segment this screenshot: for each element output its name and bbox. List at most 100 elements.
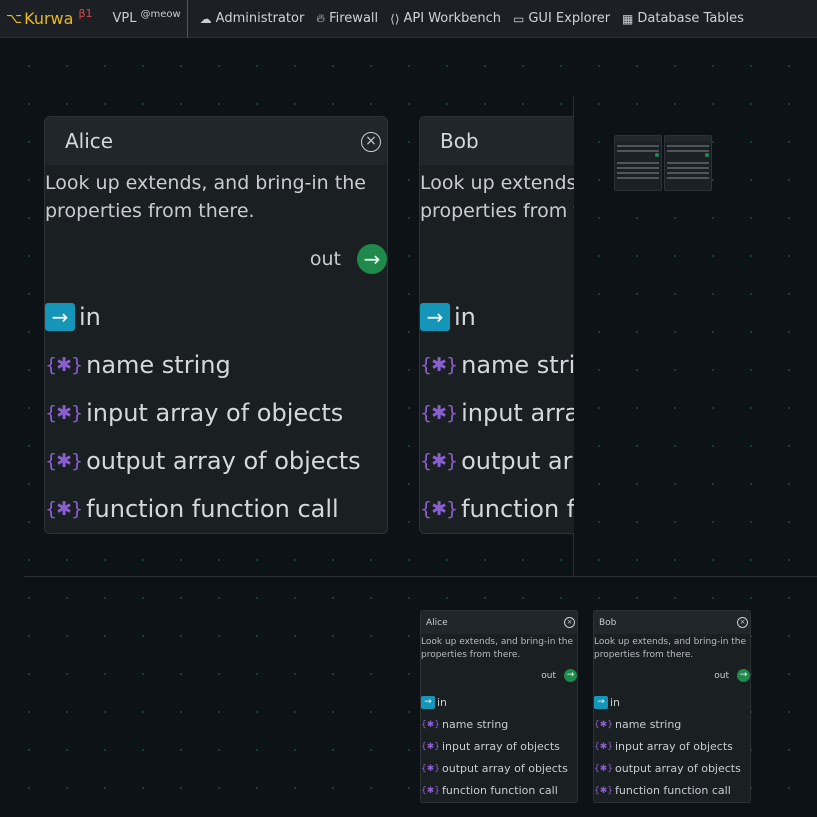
close-icon[interactable]: × xyxy=(737,617,748,628)
port-function[interactable]: {✱} function function call xyxy=(420,495,574,523)
brand-version: β1 xyxy=(78,7,93,20)
nav-gui-explorer[interactable]: ▭ GUI Explorer xyxy=(513,11,610,26)
node-header[interactable]: Alice × xyxy=(421,611,577,634)
minimap-line xyxy=(667,150,709,152)
minimap-node-header xyxy=(665,136,711,142)
port-label: function function call xyxy=(461,495,574,523)
minimap-node-bob[interactable] xyxy=(664,135,712,191)
node-description: Look up extends, and bring-in the proper… xyxy=(45,172,366,222)
output-label: out xyxy=(541,670,556,681)
nav-api-workbench[interactable]: ⟨⟩ API Workbench xyxy=(390,11,501,26)
cloud-user-icon: ☁ xyxy=(199,11,212,26)
port-label: function function call xyxy=(615,784,731,797)
node-header[interactable]: Bob × xyxy=(594,611,750,634)
minimap-line xyxy=(667,167,709,169)
input-arrow-icon[interactable]: → xyxy=(45,303,75,331)
port-output[interactable]: {✱} output array of objects xyxy=(45,447,361,475)
minimap-line xyxy=(617,177,659,179)
port-label: output array of objects xyxy=(461,447,574,475)
port-label: name string xyxy=(86,351,231,379)
minimap-line xyxy=(667,162,709,164)
brace-icon: {✱} xyxy=(421,719,440,730)
port-output[interactable]: {✱} output array of objects xyxy=(594,762,741,775)
port-in[interactable]: → in xyxy=(420,303,476,331)
minimap-node-header xyxy=(615,136,661,142)
port-label: input array of objects xyxy=(442,740,560,753)
port-input[interactable]: {✱} input array of objects xyxy=(45,399,343,427)
pane-divider-horizontal[interactable] xyxy=(24,576,817,577)
input-arrow-icon[interactable]: → xyxy=(420,303,450,331)
vpl-menu[interactable]: VPL @meow xyxy=(112,0,188,38)
zoomed-pane[interactable]: Alice × Look up extends, and bring-in th… xyxy=(24,57,574,537)
node-bob-small[interactable]: Bob × Look up extends, and bring-in the … xyxy=(593,610,751,803)
node-description: Look up extends, and bring-in the proper… xyxy=(420,172,574,222)
port-label: output array of objects xyxy=(615,762,741,775)
port-label: name string xyxy=(615,718,682,731)
output-label: out xyxy=(714,670,729,681)
minimap-line xyxy=(667,177,709,179)
node-title: Alice xyxy=(65,129,114,153)
port-output[interactable]: {✱} output array of objects xyxy=(420,447,574,475)
port-input[interactable]: {✱} input array of objects xyxy=(594,740,733,753)
node-alice-small[interactable]: Alice × Look up extends, and bring-in th… xyxy=(420,610,578,803)
port-label: in xyxy=(437,696,448,709)
input-arrow-icon[interactable]: → xyxy=(421,696,435,709)
port-label: name string xyxy=(461,351,574,379)
port-label: function function call xyxy=(86,495,339,523)
nav-label: Administrator xyxy=(215,11,305,26)
node-header[interactable]: Alice × xyxy=(45,117,387,165)
output-arrow-icon[interactable]: → xyxy=(357,244,387,274)
minimap-node-alice[interactable] xyxy=(614,135,662,191)
port-label: input array of objects xyxy=(86,399,344,427)
output-arrow-icon[interactable]: → xyxy=(564,669,577,682)
brace-icon: {✱} xyxy=(421,741,440,752)
port-name[interactable]: {✱} name string xyxy=(594,718,681,731)
input-arrow-icon[interactable]: → xyxy=(594,696,608,709)
nav-administrator[interactable]: ☁ Administrator xyxy=(200,11,305,26)
port-name[interactable]: {✱} name string xyxy=(421,718,508,731)
node-header[interactable]: Bob × xyxy=(420,117,574,165)
port-name[interactable]: {✱} name string xyxy=(420,351,574,379)
node-title: Alice xyxy=(426,617,448,628)
port-name[interactable]: {✱} name string xyxy=(45,351,231,379)
brace-icon: {✱} xyxy=(594,719,613,730)
node-bob[interactable]: Bob × Look up extends, and bring-in the … xyxy=(419,116,574,534)
brace-icon: {✱} xyxy=(420,402,458,424)
port-output[interactable]: {✱} output array of objects xyxy=(421,762,568,775)
node-description: Look up extends, and bring-in the proper… xyxy=(594,637,747,660)
port-input[interactable]: {✱} input array of objects xyxy=(420,399,574,427)
vpl-user: @meow xyxy=(140,9,181,20)
output-label: out xyxy=(309,248,341,270)
brace-icon: {✱} xyxy=(594,741,613,752)
brace-icon: {✱} xyxy=(421,763,440,774)
port-in[interactable]: → in xyxy=(45,303,101,331)
nav-label: Database Tables xyxy=(637,11,744,26)
brand[interactable]: ⌥ Kurwa β1 xyxy=(6,7,93,28)
port-label: function function call xyxy=(442,784,558,797)
port-label: name string xyxy=(442,718,509,731)
port-in[interactable]: → in xyxy=(594,696,620,709)
minimap-line xyxy=(667,145,709,147)
output-arrow-icon[interactable]: → xyxy=(737,669,750,682)
port-function[interactable]: {✱} function function call xyxy=(421,784,558,797)
port-in[interactable]: → in xyxy=(421,696,447,709)
brace-icon: {✱} xyxy=(594,785,613,796)
close-icon[interactable]: × xyxy=(564,617,575,628)
brace-icon: {✱} xyxy=(45,402,83,424)
port-input[interactable]: {✱} input array of objects xyxy=(421,740,560,753)
port-label: input array of objects xyxy=(461,399,574,427)
top-bar: ⌥ Kurwa β1 VPL @meow ☁ Administrator 🔥︎ … xyxy=(0,0,817,38)
port-label: input array of objects xyxy=(615,740,733,753)
nav-label: API Workbench xyxy=(403,11,502,26)
node-alice[interactable]: Alice × Look up extends, and bring-in th… xyxy=(44,116,388,534)
port-function[interactable]: {✱} function function call xyxy=(594,784,731,797)
port-function[interactable]: {✱} function function call xyxy=(45,495,339,523)
nav-label: Firewall xyxy=(329,11,379,26)
brand-logo-icon: ⌥ xyxy=(6,10,23,27)
node-title: Bob xyxy=(440,129,479,153)
nav-database-tables[interactable]: ▦ Database Tables xyxy=(622,11,744,26)
brace-icon: {✱} xyxy=(420,498,458,520)
brace-icon: {✱} xyxy=(421,785,440,796)
nav-firewall[interactable]: 🔥︎ Firewall xyxy=(316,11,378,26)
close-icon[interactable]: × xyxy=(361,132,381,152)
